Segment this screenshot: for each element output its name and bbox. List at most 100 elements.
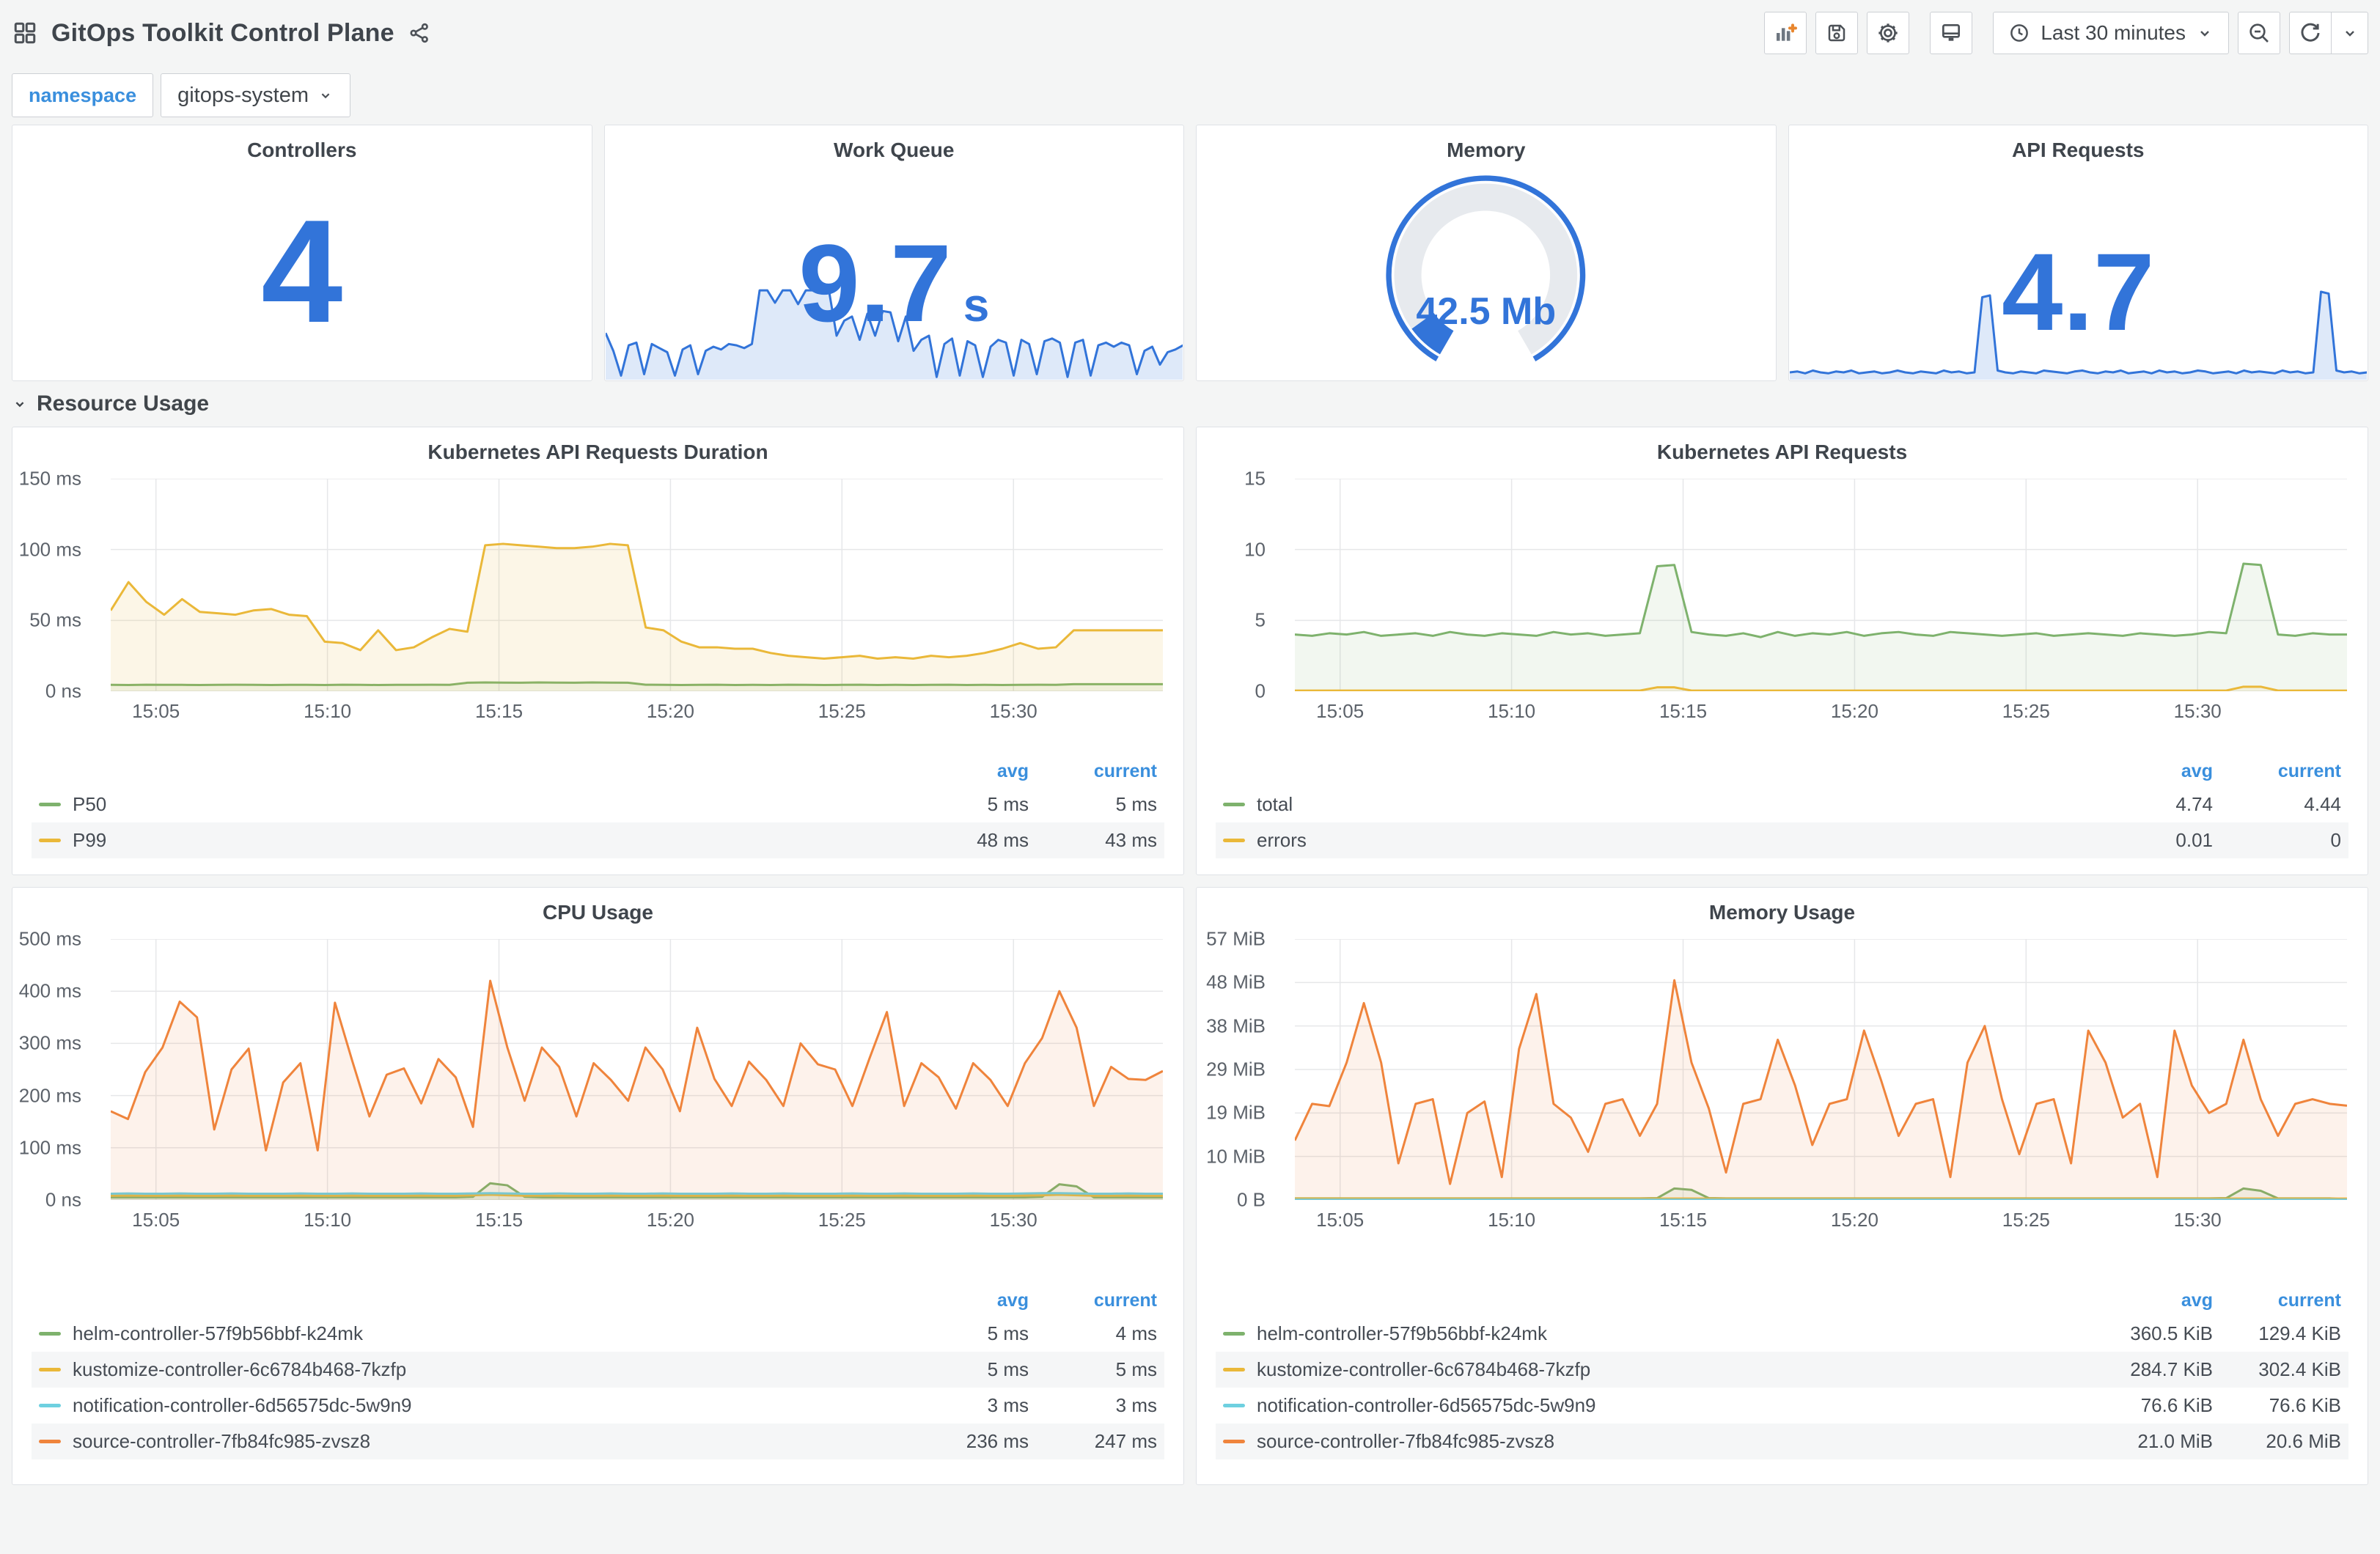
series-color-dash	[39, 1440, 61, 1443]
panel-title[interactable]: Controllers	[12, 139, 592, 162]
legend-avg-value: 48 ms	[977, 829, 1029, 851]
legend-row: P99 48 ms 43 ms	[32, 822, 1164, 858]
legend-series-label[interactable]: source-controller-7fb84fc985-zvsz8	[1257, 1430, 1554, 1453]
series-color-dash	[1223, 803, 1245, 806]
memory-chart-plot[interactable]	[1295, 939, 2347, 1200]
legend-row: helm-controller-57f9b56bbf-k24mk 5 ms 4 …	[32, 1316, 1164, 1352]
x-tick-label: 15:25	[2002, 700, 2050, 722]
legend-row: total 4.74 4.44	[1216, 787, 2348, 822]
panel-cpu-usage: CPU Usage 500 ms 400 ms 300 ms 200 ms 100 ms…	[12, 887, 1184, 1485]
legend-header: avg current	[1216, 1285, 2348, 1316]
variable-label-namespace[interactable]: namespace	[12, 73, 154, 117]
legend-current-value: 4 ms	[1115, 1322, 1157, 1344]
legend-current-value: 20.6 MiB	[2266, 1430, 2341, 1452]
legend-row: notification-controller-6d56575dc-5w9n9 …	[1216, 1388, 2348, 1424]
legend-avg-value: 4.74	[2175, 793, 2213, 815]
legend-series-label[interactable]: P99	[73, 829, 106, 852]
panel-title[interactable]: Memory	[1197, 139, 1776, 162]
y-tick-label: 15	[1244, 467, 1266, 490]
refresh-icon[interactable]	[2289, 12, 2332, 54]
series-color-dash	[1223, 1332, 1245, 1336]
legend-row: source-controller-7fb84fc985-zvsz8 21.0 …	[1216, 1424, 2348, 1459]
panel-title[interactable]: Memory Usage	[1197, 901, 2368, 924]
legend-avg-value: 284.7 KiB	[2130, 1358, 2213, 1380]
save-dashboard-button[interactable]	[1815, 12, 1859, 54]
requests-chart-plot[interactable]	[1295, 479, 2347, 691]
duration-chart-plot[interactable]	[111, 479, 1163, 691]
grafana-dashboard: GitOps Toolkit Control Plane Last 30 min…	[0, 0, 2380, 1485]
x-tick-label: 15:15	[1659, 1209, 1708, 1231]
cycle-view-tv-button[interactable]	[1930, 12, 1973, 54]
refresh-button-group	[2289, 12, 2368, 54]
legend-series-label[interactable]: P50	[73, 793, 106, 816]
x-tick-label: 15:30	[2173, 700, 2222, 722]
legend-series-label[interactable]: total	[1257, 793, 1293, 816]
legend: avg current helm-controller-57f9b56bbf-k2…	[32, 1285, 1164, 1459]
panel-title[interactable]: CPU Usage	[12, 901, 1183, 924]
panel-title[interactable]: Kubernetes API Requests Duration	[12, 441, 1183, 464]
legend-series-label[interactable]: kustomize-controller-6c6784b468-7kzfp	[73, 1358, 406, 1381]
legend-current-value: 3 ms	[1115, 1394, 1157, 1416]
time-range-picker[interactable]: Last 30 minutes	[1993, 12, 2229, 54]
clock-icon	[2008, 22, 2030, 44]
legend-series-label[interactable]: kustomize-controller-6c6784b468-7kzfp	[1257, 1358, 1590, 1381]
legend-row: P50 5 ms 5 ms	[32, 787, 1164, 822]
zoom-out-time-button[interactable]	[2238, 12, 2280, 54]
legend-sort-avg[interactable]: avg	[900, 1290, 1029, 1311]
stat-value: 4.7	[2001, 230, 2155, 353]
apps-grid-icon[interactable]	[12, 20, 38, 46]
legend-series-label[interactable]: source-controller-7fb84fc985-zvsz8	[73, 1430, 370, 1453]
x-tick-label: 15:10	[304, 700, 352, 722]
panel-api-requests: API Requests 4.7	[1788, 125, 2368, 381]
panel-kubernetes-api-requests: Kubernetes API Requests 15 10 5 0 15:05 15:1…	[1196, 427, 2368, 875]
x-axis-labels: 15:05 15:10 15:15 15:20 15:25 15:30	[1295, 1200, 2347, 1234]
y-tick-label: 10	[1244, 538, 1266, 561]
legend-sort-current[interactable]: current	[2213, 1290, 2341, 1311]
y-tick-label: 48 MiB	[1206, 971, 1266, 993]
legend-sort-avg[interactable]: avg	[900, 761, 1029, 782]
legend: avg current P50 5 ms 5 ms P99 48 ms 43 ms	[32, 756, 1164, 858]
panel-title[interactable]: Work Queue	[605, 139, 1184, 162]
legend-sort-current[interactable]: current	[1029, 1290, 1157, 1311]
y-tick-label: 19 MiB	[1206, 1101, 1266, 1124]
series-color-dash	[1223, 1368, 1245, 1371]
memory-value: 42.5 Mb	[1416, 290, 1557, 333]
dashboard-settings-button[interactable]	[1867, 12, 1910, 54]
x-tick-label: 15:20	[1830, 1209, 1878, 1231]
legend-row: notification-controller-6d56575dc-5w9n9 …	[32, 1388, 1164, 1424]
legend-avg-value: 0.01	[2175, 829, 2213, 851]
cpu-chart-plot[interactable]	[111, 939, 1163, 1200]
memory-gauge: 42.5 Mb	[1197, 166, 1776, 372]
legend-sort-current[interactable]: current	[1029, 761, 1157, 782]
legend-series-label[interactable]: errors	[1257, 829, 1307, 852]
variable-value: gitops-system	[177, 83, 309, 107]
legend-header: avg current	[1216, 756, 2348, 787]
panel-controllers: Controllers 4	[12, 125, 592, 381]
x-tick-label: 15:15	[1659, 700, 1708, 722]
panel-title[interactable]: API Requests	[1789, 139, 2368, 162]
legend-current-value: 4.44	[2304, 793, 2341, 815]
x-tick-label: 15:05	[1316, 1209, 1365, 1231]
legend-row: helm-controller-57f9b56bbf-k24mk 360.5 K…	[1216, 1316, 2348, 1352]
add-panel-button[interactable]	[1764, 12, 1807, 54]
share-icon[interactable]	[408, 21, 431, 45]
legend-series-label[interactable]: notification-controller-6d56575dc-5w9n9	[73, 1394, 412, 1417]
panel-title[interactable]: Kubernetes API Requests	[1197, 441, 2368, 464]
stat-panels-row: Controllers 4 Work Queue 9.7 s Memory 42…	[12, 125, 2368, 381]
legend-series-label[interactable]: helm-controller-57f9b56bbf-k24mk	[1257, 1322, 1547, 1345]
dashboard-title: GitOps Toolkit Control Plane	[51, 18, 394, 47]
legend-series-label[interactable]: notification-controller-6d56575dc-5w9n9	[1257, 1394, 1596, 1417]
legend-avg-value: 3 ms	[987, 1394, 1029, 1416]
row-title: Resource Usage	[37, 391, 210, 416]
legend-sort-avg[interactable]: avg	[2085, 1290, 2213, 1311]
stat-unit: s	[963, 279, 990, 331]
legend-sort-current[interactable]: current	[2213, 761, 2341, 782]
row-toggle-resource-usage[interactable]: Resource Usage	[12, 381, 2368, 427]
legend-current-value: 302.4 KiB	[2258, 1358, 2341, 1380]
legend: avg current total 4.74 4.44 errors 0.01 0	[1216, 756, 2348, 858]
legend-series-label[interactable]: helm-controller-57f9b56bbf-k24mk	[73, 1322, 363, 1345]
legend-sort-avg[interactable]: avg	[2085, 761, 2213, 782]
y-tick-label: 0 ns	[45, 1188, 81, 1211]
refresh-interval-dropdown[interactable]	[2332, 12, 2368, 54]
variable-value-dropdown[interactable]: gitops-system	[161, 73, 350, 117]
